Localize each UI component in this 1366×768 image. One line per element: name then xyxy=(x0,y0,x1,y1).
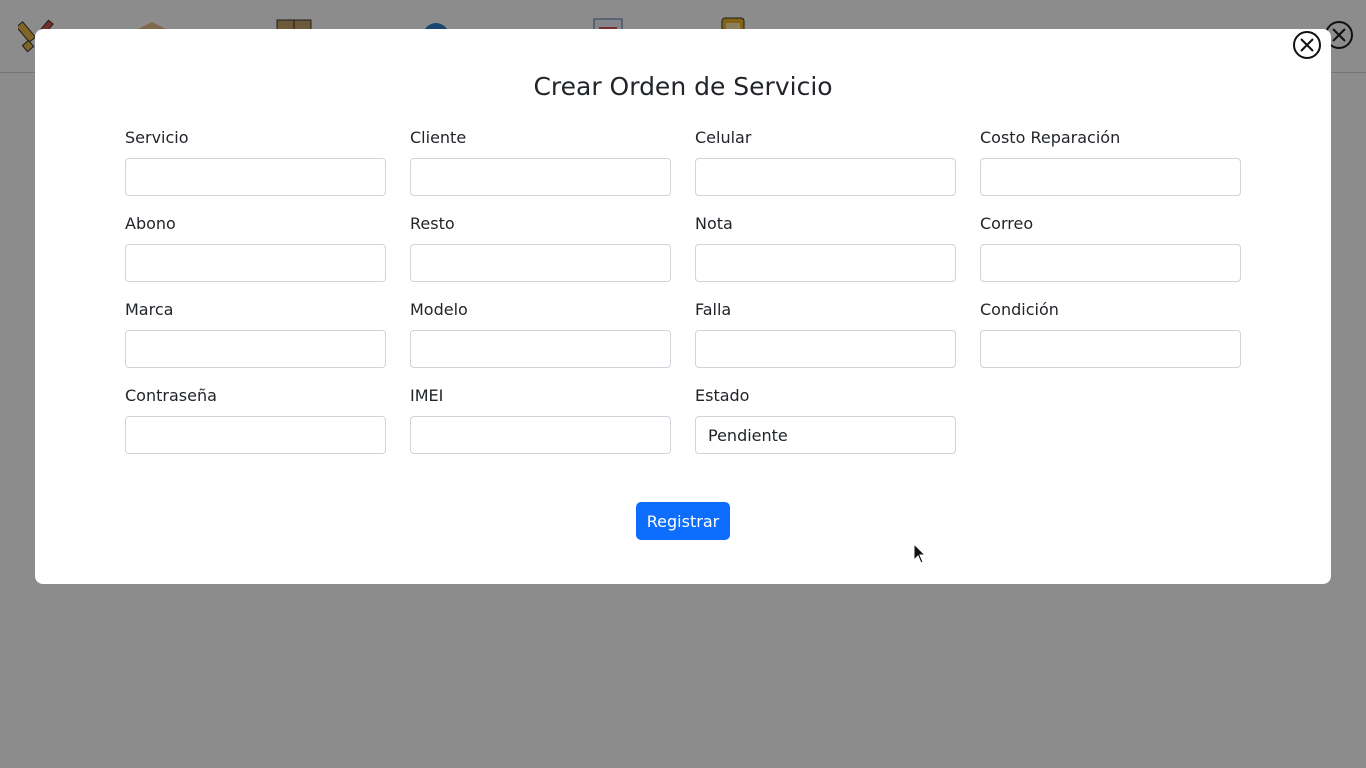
field-abono: Abono xyxy=(125,214,386,282)
field-label: Nota xyxy=(695,214,733,233)
nota-input[interactable] xyxy=(695,244,956,282)
field-label: Costo Reparación xyxy=(980,128,1121,147)
mouse-cursor-icon xyxy=(913,543,927,564)
modal-close-icon[interactable] xyxy=(1292,30,1322,60)
costo-reparacion-input[interactable] xyxy=(980,158,1241,196)
correo-input[interactable] xyxy=(980,244,1241,282)
estado-input[interactable] xyxy=(695,416,956,454)
modal-title: Crear Orden de Servicio xyxy=(533,72,833,101)
falla-input[interactable] xyxy=(695,330,956,368)
field-imei: IMEI xyxy=(410,386,671,454)
field-falla: Falla xyxy=(695,300,956,368)
field-label: Celular xyxy=(695,128,752,147)
modelo-input[interactable] xyxy=(410,330,671,368)
field-correo: Correo xyxy=(980,214,1241,282)
contrasena-input[interactable] xyxy=(125,416,386,454)
field-label: Condición xyxy=(980,300,1059,319)
field-label: IMEI xyxy=(410,386,444,405)
field-celular: Celular xyxy=(695,128,956,196)
field-contrasena: Contraseña xyxy=(125,386,386,454)
field-cliente: Cliente xyxy=(410,128,671,196)
cliente-input[interactable] xyxy=(410,158,671,196)
abono-input[interactable] xyxy=(125,244,386,282)
field-resto: Resto xyxy=(410,214,671,282)
resto-input[interactable] xyxy=(410,244,671,282)
field-label: Modelo xyxy=(410,300,468,319)
servicio-input[interactable] xyxy=(125,158,386,196)
field-label: Estado xyxy=(695,386,750,405)
field-label: Servicio xyxy=(125,128,189,147)
imei-input[interactable] xyxy=(410,416,671,454)
field-modelo: Modelo xyxy=(410,300,671,368)
field-label: Contraseña xyxy=(125,386,217,405)
field-condicion: Condición xyxy=(980,300,1241,368)
field-label: Resto xyxy=(410,214,455,233)
celular-input[interactable] xyxy=(695,158,956,196)
marca-input[interactable] xyxy=(125,330,386,368)
field-label: Marca xyxy=(125,300,174,319)
field-label: Falla xyxy=(695,300,732,319)
field-costo-reparacion: Costo Reparación xyxy=(980,128,1241,196)
field-label: Cliente xyxy=(410,128,467,147)
field-label: Abono xyxy=(125,214,176,233)
registrar-button[interactable]: Registrar xyxy=(636,502,730,540)
condicion-input[interactable] xyxy=(980,330,1241,368)
field-servicio: Servicio xyxy=(125,128,386,196)
field-nota: Nota xyxy=(695,214,956,282)
field-label: Correo xyxy=(980,214,1034,233)
field-marca: Marca xyxy=(125,300,386,368)
create-service-order-modal: Crear Orden de Servicio Servicio Cliente… xyxy=(35,29,1331,584)
field-estado: Estado xyxy=(695,386,956,454)
